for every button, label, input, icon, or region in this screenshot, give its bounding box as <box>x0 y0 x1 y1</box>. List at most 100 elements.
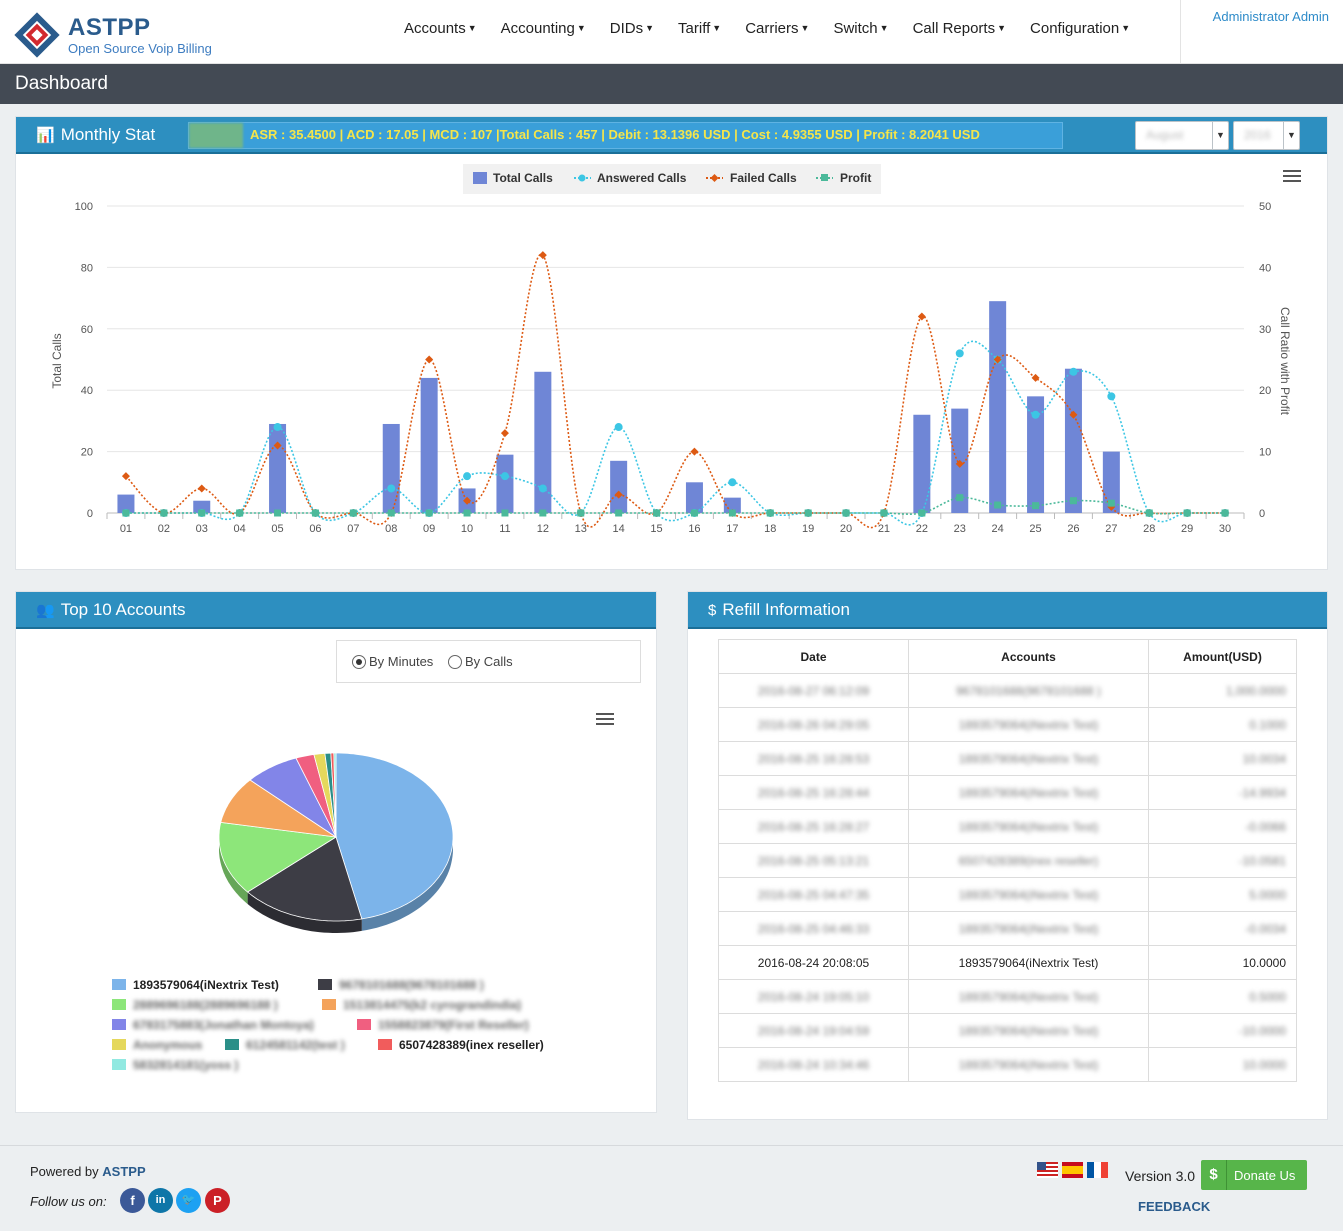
point-profit[interactable] <box>766 509 774 517</box>
point-profit[interactable] <box>1183 509 1191 517</box>
point-profit[interactable] <box>425 509 433 517</box>
user-menu-link[interactable]: Administrator Admin <box>1213 9 1329 24</box>
point-answered[interactable] <box>463 472 472 481</box>
point-profit[interactable] <box>198 509 206 517</box>
point-profit[interactable] <box>918 509 926 517</box>
point-answered[interactable] <box>273 423 282 432</box>
point-answered[interactable] <box>1069 367 1078 376</box>
cell-text: 1893579064(iNextrix Test) <box>958 955 1099 970</box>
spain-flag-icon[interactable] <box>1062 1162 1083 1178</box>
bar-total-calls[interactable] <box>610 460 628 513</box>
pie-legend-item[interactable]: Anonymous <box>112 1038 202 1052</box>
point-answered[interactable] <box>1031 410 1040 419</box>
bar-total-calls[interactable] <box>685 482 703 513</box>
powered-brand-link[interactable]: ASTPP <box>102 1164 145 1179</box>
point-profit[interactable] <box>728 509 736 517</box>
bar-total-calls[interactable] <box>989 301 1007 513</box>
nav-accounts[interactable]: Accounts ▼ <box>404 20 477 44</box>
legend-total-calls[interactable]: Total Calls <box>473 171 553 185</box>
facebook-icon[interactable]: f <box>120 1188 145 1213</box>
pie-legend-item[interactable]: 6124581142(test ) <box>225 1038 345 1052</box>
point-profit[interactable] <box>1107 499 1115 507</box>
point-profit[interactable] <box>577 509 585 517</box>
table-row: 2016-08-27 06:12:09 9678101688(9678101688… <box>718 673 1297 708</box>
point-profit[interactable] <box>653 509 661 517</box>
point-profit[interactable] <box>842 509 850 517</box>
pie-legend-item[interactable]: 2889696188(2889696188 ) <box>112 998 278 1012</box>
x-tick-label: 08 <box>385 523 397 535</box>
point-failed[interactable] <box>197 484 206 493</box>
pie-legend-item[interactable]: 9678101688(9678101688 ) <box>318 978 484 992</box>
bar-total-calls[interactable] <box>420 377 438 513</box>
point-profit[interactable] <box>463 509 471 517</box>
nav-carriers[interactable]: Carriers ▼ <box>745 20 809 44</box>
pie-legend-item[interactable]: 1513814475(k2 cyrograndindia) <box>322 998 521 1012</box>
point-profit[interactable] <box>501 509 509 517</box>
point-profit[interactable] <box>160 509 168 517</box>
y2-tick-label: 40 <box>1259 262 1271 274</box>
bar-total-calls[interactable] <box>913 414 931 513</box>
point-failed[interactable] <box>690 447 699 456</box>
feedback-link[interactable]: FEEDBACK <box>1138 1199 1210 1214</box>
nav-switch[interactable]: Switch ▼ <box>833 20 888 44</box>
point-profit[interactable] <box>1145 509 1153 517</box>
year-select[interactable]: 2016 ▼ <box>1233 121 1300 150</box>
point-profit[interactable] <box>236 509 244 517</box>
point-profit[interactable] <box>122 509 130 517</box>
point-profit[interactable] <box>311 509 319 517</box>
cell-text: 1893579064(iNextrix Test) <box>958 921 1099 936</box>
point-profit[interactable] <box>1032 502 1040 510</box>
point-profit[interactable] <box>1221 509 1229 517</box>
point-answered[interactable] <box>728 478 737 487</box>
point-answered[interactable] <box>538 484 547 493</box>
bar-total-calls[interactable] <box>1064 368 1082 513</box>
pie-legend-item[interactable]: 1558823879(First Reseller) <box>357 1018 529 1032</box>
powered-by: Powered by ASTPP <box>30 1164 146 1179</box>
point-profit[interactable] <box>956 494 964 502</box>
point-profit[interactable] <box>880 509 888 517</box>
point-answered[interactable] <box>500 472 509 481</box>
pie-legend-item[interactable]: 6783175883(Jonathan Montoya) <box>112 1018 314 1032</box>
point-answered[interactable] <box>387 484 396 493</box>
x-tick-label: 21 <box>878 523 890 535</box>
donate-button[interactable]: $ Donate Us <box>1201 1160 1307 1190</box>
pie-legend-item[interactable]: 6507428389(inex reseller) <box>378 1038 544 1052</box>
pie-legend-item[interactable]: 5832814181(yoss ) <box>112 1058 238 1072</box>
pinterest-icon[interactable]: P <box>205 1188 230 1213</box>
linkedin-icon[interactable]: in <box>148 1188 173 1213</box>
point-profit[interactable] <box>804 509 812 517</box>
point-profit[interactable] <box>690 509 698 517</box>
us-flag-icon[interactable] <box>1037 1162 1058 1178</box>
bar-total-calls[interactable] <box>382 423 400 513</box>
point-answered[interactable] <box>1107 392 1116 401</box>
nav-configuration[interactable]: Configuration ▼ <box>1030 20 1130 44</box>
pie-legend-item[interactable]: 1893579064(iNextrix Test) <box>112 978 279 992</box>
france-flag-icon[interactable] <box>1087 1162 1108 1178</box>
radio-by-minutes[interactable]: By Minutes <box>352 654 433 669</box>
point-failed[interactable] <box>500 429 509 438</box>
bar-total-calls[interactable] <box>496 454 514 513</box>
radio-by-calls[interactable]: By Calls <box>448 654 513 669</box>
twitter-icon[interactable]: 🐦 <box>176 1188 201 1213</box>
point-failed[interactable] <box>538 251 547 260</box>
follow-us-label: Follow us on: <box>30 1194 107 1209</box>
nav-accounting[interactable]: Accounting ▼ <box>501 20 586 44</box>
nav-call-reports[interactable]: Call Reports ▼ <box>913 20 1006 44</box>
point-answered[interactable] <box>614 423 623 432</box>
point-profit[interactable] <box>274 509 282 517</box>
point-profit[interactable] <box>994 501 1002 509</box>
logo[interactable]: ASTPP Open Source Voip Billing <box>14 12 214 58</box>
bar-total-calls[interactable] <box>269 423 287 513</box>
chart-menu-icon[interactable] <box>1283 170 1301 184</box>
point-profit[interactable] <box>539 509 547 517</box>
chart-menu-icon[interactable] <box>596 713 614 727</box>
point-profit[interactable] <box>615 509 623 517</box>
point-profit[interactable] <box>349 509 357 517</box>
month-select[interactable]: August ▼ <box>1135 121 1229 150</box>
nav-label: Call Reports <box>912 20 996 37</box>
nav-tariff[interactable]: Tariff ▼ <box>678 20 721 44</box>
point-profit[interactable] <box>387 509 395 517</box>
point-answered[interactable] <box>955 349 964 358</box>
point-profit[interactable] <box>1069 497 1077 505</box>
nav-dids[interactable]: DIDs ▼ <box>610 20 654 44</box>
